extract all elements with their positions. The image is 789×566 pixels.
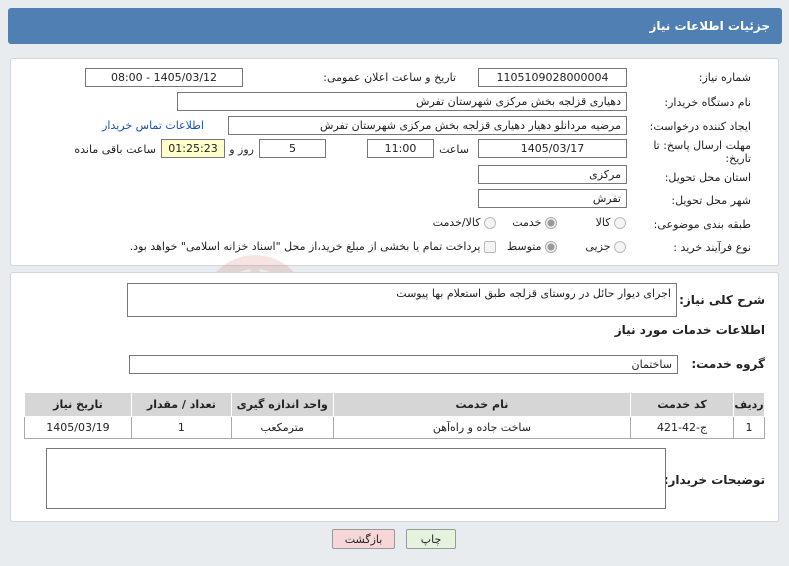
need-number-label: شماره نیاز: — [698, 71, 751, 84]
description-label: شرح کلی نیاز: — [679, 293, 765, 307]
col-service-code: کد خدمت — [630, 392, 735, 417]
announce-date-label: تاریخ و ساعت اعلان عمومی: — [323, 71, 456, 84]
services-section-title: اطلاعات خدمات مورد نیاز — [614, 323, 765, 337]
services-table: ردیف کد خدمت نام خدمت واحد اندازه گیری ت… — [24, 392, 765, 439]
page-title: جزئیات اطلاعات نیاز — [649, 19, 770, 33]
buyer-notes-textarea[interactable] — [46, 448, 666, 509]
days-label: روز و — [229, 143, 254, 156]
announce-date-field: 1405/03/12 - 08:00 — [85, 68, 243, 87]
requester-label: ایجاد کننده درخواست: — [649, 120, 751, 133]
buyer-contact-link[interactable]: اطلاعات تماس خریدار — [102, 119, 204, 132]
category-label: طبقه بندی موضوعی: — [653, 218, 751, 231]
cell-need-date: 1405/03/19 — [24, 416, 132, 439]
process-option-medium[interactable]: متوسط — [507, 240, 557, 253]
deadline-time-field: 11:00 — [367, 139, 434, 158]
radio-icon[interactable] — [614, 217, 626, 229]
category-option-service[interactable]: خدمت — [512, 216, 557, 229]
radio-selected-icon[interactable] — [545, 241, 557, 253]
treasury-payment-option[interactable]: پرداخت تمام یا بخشی از مبلغ خرید،از محل … — [130, 240, 496, 253]
buyer-org-label: نام دستگاه خریدار: — [664, 96, 751, 109]
col-row: ردیف — [733, 392, 765, 417]
treasury-payment-note: پرداخت تمام یا بخشی از مبلغ خرید،از محل … — [129, 240, 481, 253]
requester-field: مرضیه مردانلو دهیار دهیاری قزلجه بخش مرک… — [228, 116, 627, 135]
remaining-time-label: ساعت باقی مانده — [74, 143, 156, 156]
city-field: تفرش — [478, 189, 627, 208]
description-textarea[interactable]: اجرای دیوار حائل در روستای قزلجه طبق است… — [127, 283, 677, 317]
col-unit: واحد اندازه گیری — [230, 392, 334, 417]
back-button[interactable]: بازگشت — [332, 529, 395, 549]
process-option-minor[interactable]: جزیی — [585, 240, 626, 253]
cell-service-name: ساخت جاده و راه‌آهن — [332, 416, 632, 439]
radio-selected-icon[interactable] — [545, 217, 557, 229]
cell-service-code: ج-42-421 — [630, 416, 735, 439]
col-quantity: تعداد / مقدار — [130, 392, 232, 417]
radio-icon[interactable] — [614, 241, 626, 253]
remaining-days-field: 5 — [259, 139, 326, 158]
province-label: استان محل تحویل: — [664, 171, 751, 184]
col-service-name: نام خدمت — [332, 392, 632, 417]
services-panel: شرح کلی نیاز: اجرای دیوار حائل در روستای… — [10, 272, 779, 522]
deadline-label: مهلت ارسال پاسخ: تا تاریخ: — [653, 139, 751, 165]
process-type-label: نوع فرآیند خرید : — [673, 241, 751, 254]
remaining-time-field: 01:25:23 — [161, 139, 225, 158]
cell-row: 1 — [733, 416, 765, 439]
category-option-goods-service[interactable]: کالا/خدمت — [433, 216, 496, 229]
province-field: مرکزی — [478, 165, 627, 184]
service-group-label: گروه خدمت: — [691, 357, 765, 371]
cell-quantity: 1 — [130, 416, 232, 439]
table-header-row: ردیف کد خدمت نام خدمت واحد اندازه گیری ت… — [24, 392, 765, 417]
checkbox-icon[interactable] — [484, 241, 496, 253]
buyer-notes-label: توضیحات خریدار: — [663, 473, 765, 487]
city-label: شهر محل تحویل: — [671, 194, 751, 207]
buyer-org-field: دهیاری قزلجه بخش مرکزی شهرستان تفرش — [177, 92, 627, 111]
print-button[interactable]: چاپ — [406, 529, 456, 549]
category-option-goods[interactable]: کالا — [596, 216, 626, 229]
need-number-field: 1105109028000004 — [478, 68, 627, 87]
deadline-time-label: ساعت — [439, 143, 469, 156]
radio-icon[interactable] — [484, 217, 496, 229]
need-details-panel: شماره نیاز: 1105109028000004 تاریخ و ساع… — [10, 58, 779, 266]
table-row: 1 ج-42-421 ساخت جاده و راه‌آهن مترمکعب 1… — [24, 416, 765, 439]
page-title-bar: جزئیات اطلاعات نیاز — [8, 8, 782, 44]
deadline-date-field: 1405/03/17 — [478, 139, 627, 158]
service-group-field: ساختمان — [129, 355, 678, 374]
col-need-date: تاریخ نیاز — [24, 392, 132, 417]
cell-unit: مترمکعب — [230, 416, 334, 439]
